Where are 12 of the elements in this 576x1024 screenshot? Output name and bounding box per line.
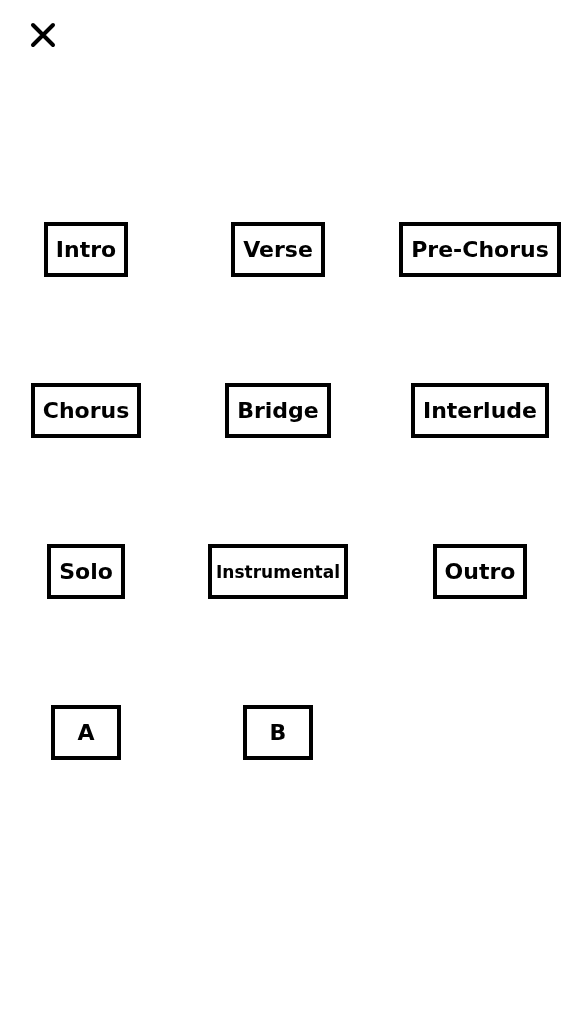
- section-button[interactable]: Outro: [432, 544, 528, 599]
- section-button[interactable]: B: [243, 705, 313, 760]
- section-button[interactable]: Interlude: [411, 383, 549, 438]
- section-button[interactable]: Instrumental: [208, 544, 348, 599]
- section-button[interactable]: Solo: [47, 544, 125, 599]
- section-button[interactable]: Pre-Chorus: [399, 222, 561, 277]
- section-button[interactable]: Intro: [43, 222, 129, 277]
- section-button[interactable]: A: [51, 705, 121, 760]
- close-icon[interactable]: [30, 22, 56, 48]
- section-button[interactable]: Verse: [231, 222, 325, 277]
- section-button[interactable]: Bridge: [225, 383, 331, 438]
- section-button[interactable]: Chorus: [30, 383, 142, 438]
